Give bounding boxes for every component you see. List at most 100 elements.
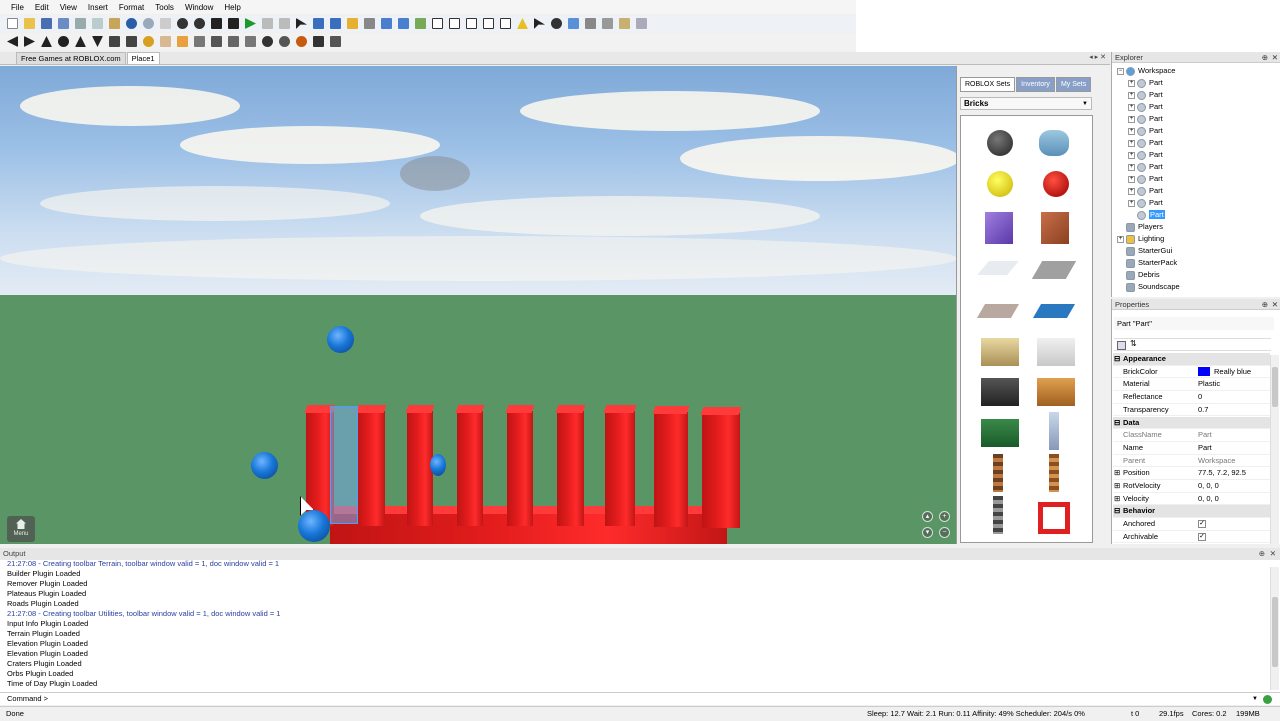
brick-pillar[interactable] [654, 412, 688, 527]
menu-insert[interactable]: Insert [88, 3, 108, 12]
tree-part[interactable]: + Part [1128, 161, 1163, 173]
checkbox[interactable]: ✓ [1198, 531, 1206, 543]
brick-pillar[interactable] [557, 411, 584, 526]
brick-item[interactable] [987, 130, 1013, 156]
tree-part[interactable]: + Part [1128, 185, 1163, 197]
property-row[interactable]: Reflectance 0 [1113, 391, 1270, 404]
arrow-right-icon[interactable] [24, 36, 35, 47]
brick-pillar[interactable] [702, 413, 740, 528]
expand-icon[interactable]: + [1128, 79, 1135, 87]
tree-part[interactable]: + Part [1128, 137, 1163, 149]
checkbox[interactable]: ✓ [1198, 518, 1206, 530]
property-row[interactable]: Parent Workspace [1113, 455, 1270, 468]
property-value[interactable]: 77.5, 7.2, 92.5 [1198, 467, 1246, 479]
expand-icon[interactable]: + [1128, 139, 1135, 147]
property-row[interactable]: ClassName Part [1113, 429, 1270, 442]
brick-item[interactable] [993, 496, 1003, 534]
expand-icon[interactable]: + [1117, 235, 1124, 243]
close-icon[interactable]: ✕ [1272, 52, 1278, 63]
pin-icon[interactable]: ⊕ [1262, 52, 1268, 63]
brick-pillar[interactable] [407, 411, 433, 526]
wrench-icon[interactable] [330, 36, 341, 47]
brick-item[interactable] [1049, 412, 1059, 450]
brick-item[interactable] [985, 212, 1013, 244]
warning-icon[interactable] [517, 18, 528, 29]
tree-startergui[interactable]: StarterGui [1126, 245, 1172, 257]
check-icon[interactable]: ✓ [1198, 532, 1206, 541]
arrow-up-icon[interactable] [41, 36, 52, 47]
tree-starterpack[interactable]: StarterPack [1126, 257, 1177, 269]
brick-item[interactable] [1037, 338, 1075, 366]
move-icon[interactable] [313, 18, 324, 29]
expand-icon[interactable]: + [1128, 91, 1135, 99]
property-category[interactable]: ⊟ Appearance [1113, 353, 1270, 366]
property-value[interactable]: Part [1198, 429, 1212, 441]
expand-icon[interactable]: + [1128, 199, 1135, 207]
brick-item[interactable] [981, 419, 1019, 447]
menu-edit[interactable]: Edit [35, 3, 49, 12]
menu-view[interactable]: View [60, 3, 77, 12]
property-row[interactable]: Name Part [1113, 442, 1270, 455]
lock-icon[interactable] [347, 18, 358, 29]
timer-icon[interactable] [279, 36, 290, 47]
brick-item[interactable] [1037, 378, 1075, 406]
hammer-icon[interactable] [194, 36, 205, 47]
scroll-thumb[interactable] [1272, 367, 1278, 407]
brick-pillar[interactable] [605, 411, 635, 526]
brick-item[interactable] [1038, 502, 1070, 534]
globe-icon[interactable] [143, 36, 154, 47]
stop-icon[interactable] [279, 18, 290, 29]
output-scrollbar[interactable] [1270, 567, 1279, 690]
group-icon[interactable] [381, 18, 392, 29]
property-row[interactable]: Transparency 0.7 [1113, 404, 1270, 417]
expand-icon[interactable]: ⊞ [1114, 467, 1120, 479]
expand-icon[interactable]: + [1128, 127, 1135, 135]
check-icon[interactable]: ✓ [1198, 520, 1206, 529]
delete-icon[interactable] [160, 18, 171, 29]
network-icon[interactable] [602, 18, 613, 29]
tree-soundscape[interactable]: Soundscape [1126, 281, 1180, 293]
menu-file[interactable]: File [11, 3, 24, 12]
tree-part[interactable]: + Part [1128, 101, 1163, 113]
tab-my-sets[interactable]: My Sets [1055, 77, 1092, 92]
refresh-icon[interactable] [551, 18, 562, 29]
expand-icon[interactable]: + [1128, 151, 1135, 159]
cut-icon[interactable] [75, 18, 86, 29]
pause-icon[interactable] [262, 18, 273, 29]
camera-zoom-in-button[interactable]: ▴ [922, 511, 933, 522]
brick-item[interactable] [1043, 171, 1069, 197]
property-category[interactable]: ⊟ Behavior [1113, 505, 1270, 519]
collapse-icon[interactable]: ⊟ [1114, 505, 1120, 517]
brick-item[interactable] [981, 338, 1019, 366]
expand-icon[interactable]: ⊞ [1114, 480, 1120, 492]
collapse-icon[interactable]: ⊟ [1114, 353, 1120, 365]
tree-part[interactable]: + Part [1128, 113, 1163, 125]
surface4-icon[interactable] [483, 18, 494, 29]
surface-icon[interactable] [432, 18, 443, 29]
property-value[interactable]: Plastic [1198, 378, 1220, 390]
surface5-icon[interactable] [500, 18, 511, 29]
resize-icon[interactable] [568, 18, 579, 29]
paint-icon[interactable] [415, 18, 426, 29]
scroll-right-icon[interactable]: ▸ [1095, 54, 1099, 61]
redo-icon[interactable] [143, 18, 154, 29]
menu-window[interactable]: Window [185, 3, 213, 12]
pin-icon[interactable]: ⊕ [1259, 548, 1265, 560]
crosshair-icon[interactable] [313, 36, 324, 47]
tree-lighting[interactable]: + Lighting [1117, 233, 1164, 245]
arrow-left-icon[interactable] [7, 36, 18, 47]
tilt-down-icon[interactable] [92, 36, 103, 47]
brick-item[interactable] [1031, 261, 1077, 279]
scroll-left-icon[interactable]: ◂ [1089, 54, 1093, 61]
property-row[interactable]: ⊞ RotVelocity 0, 0, 0 [1113, 480, 1270, 493]
up-icon[interactable] [211, 18, 222, 29]
menu-format[interactable]: Format [119, 3, 144, 12]
tree-part[interactable]: Part [1128, 209, 1165, 221]
cursor-icon[interactable] [534, 18, 545, 29]
category-dropdown[interactable]: Bricks ▼ [960, 97, 1092, 110]
menu-tools[interactable]: Tools [155, 3, 174, 12]
close-tab-icon[interactable]: ✕ [1100, 54, 1106, 61]
property-value[interactable]: 0, 0, 0 [1198, 493, 1219, 505]
property-row[interactable]: ⊞ Position 77.5, 7.2, 92.5 [1113, 467, 1270, 480]
brick-item[interactable] [977, 261, 1019, 275]
